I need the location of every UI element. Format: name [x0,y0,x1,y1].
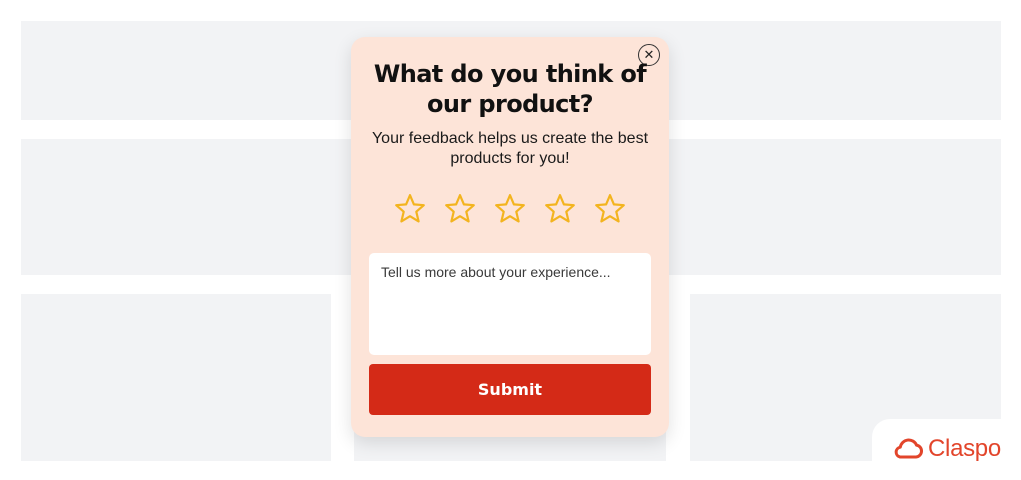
star-icon [445,194,475,223]
star-4-button[interactable] [543,192,577,226]
popup-subtitle: Your feedback helps us create the best p… [371,130,649,167]
background-block-bottom-left [21,294,331,461]
star-rating [351,192,669,226]
star-icon [495,194,525,223]
star-1-button[interactable] [393,192,427,226]
cloud-logo-icon [892,438,924,460]
submit-button[interactable]: Submit [369,364,651,415]
feedback-textarea[interactable] [369,253,651,355]
feedback-popup: ✕ What do you think of our product? Your… [351,37,669,437]
star-icon [395,194,425,223]
brand-badge: Claspo [872,419,1021,480]
star-2-button[interactable] [443,192,477,226]
brand-logo[interactable]: Claspo [892,435,1001,463]
star-3-button[interactable] [493,192,527,226]
popup-title: What do you think of our product? [373,60,647,118]
star-icon [545,194,575,223]
star-icon [595,194,625,223]
brand-name: Claspo [928,435,1001,462]
star-5-button[interactable] [593,192,627,226]
